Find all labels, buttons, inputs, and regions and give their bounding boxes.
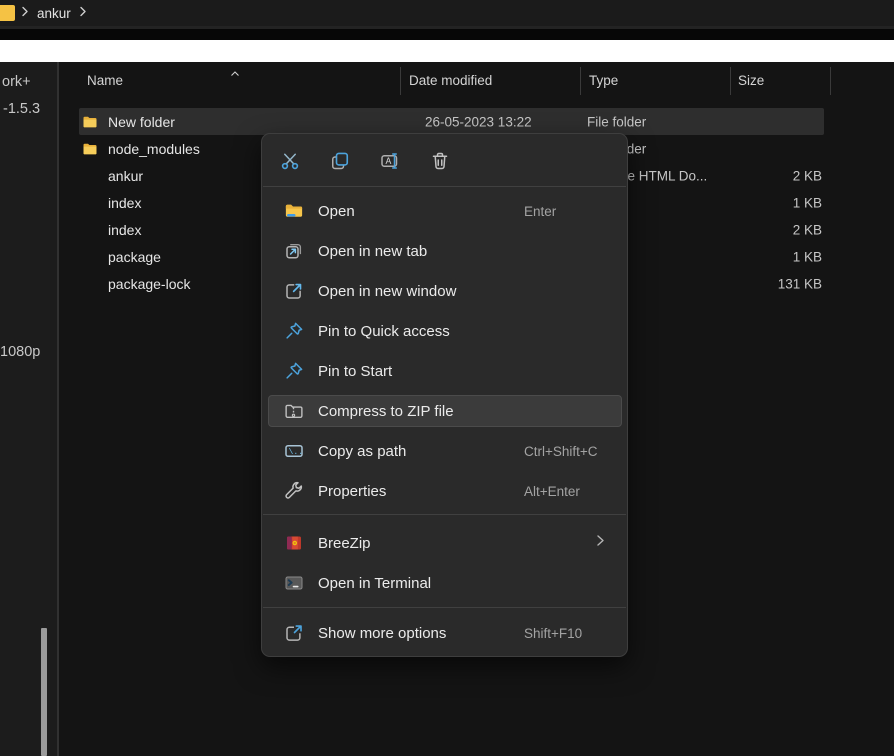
chevron-right-icon [79, 4, 87, 22]
menu-item-show-more-options[interactable]: Show more options Shift+F10 [262, 613, 627, 653]
menu-item-label: Properties [318, 483, 386, 500]
menu-item-label: Pin to Quick access [318, 323, 450, 340]
script-file-icon [82, 195, 98, 211]
column-divider[interactable] [580, 67, 581, 95]
menu-item-pin-to-quick-access[interactable]: Pin to Quick access [262, 311, 627, 351]
breezip-icon [284, 533, 304, 553]
file-size: 2 KB [793, 168, 822, 183]
menu-item-open[interactable]: Open Enter [262, 191, 627, 231]
menu-item-open-in-new-window[interactable]: Open in new window [262, 271, 627, 311]
menu-item-label: Open in Terminal [318, 575, 431, 592]
menu-item-label: Copy as path [318, 443, 406, 460]
sort-ascending-icon [230, 64, 240, 82]
open-new-window-icon [284, 281, 304, 301]
cut-icon[interactable] [278, 147, 302, 175]
menu-item-label: BreeZip [318, 535, 371, 552]
menu-separator [263, 607, 626, 608]
file-explorer-screen: ankur ork+ -1.5.3 1080p Name Date modifi… [0, 0, 894, 756]
menu-shortcut: Ctrl+Shift+C [524, 444, 598, 459]
column-header-date-modified[interactable]: Date modified [409, 73, 492, 88]
quick-actions-bar: A [278, 142, 452, 180]
svg-text:A: A [386, 156, 392, 166]
file-name: index [108, 195, 141, 211]
column-header-name[interactable]: Name [87, 73, 123, 88]
file-name: package [108, 249, 161, 265]
table-row-new-folder[interactable]: New folder 26-05-2023 13:22 File folder [79, 108, 824, 135]
menu-item-open-in-terminal[interactable]: Open in Terminal [262, 563, 627, 603]
scrollbar-thumb[interactable] [41, 628, 47, 756]
background-text-fragment: 1080p [0, 344, 40, 360]
context-menu: A Open Enter Open in new tab Open in n [261, 133, 628, 657]
chrome-icon [82, 168, 98, 184]
script-file-icon [82, 249, 98, 265]
background-text-fragment: -1.5.3 [3, 101, 40, 117]
script-file-icon [82, 222, 98, 238]
menu-item-label: Pin to Start [318, 363, 392, 380]
menu-item-label: Show more options [318, 625, 446, 642]
column-headers: Name Date modified Type Size [59, 62, 894, 102]
background-white-band [0, 40, 894, 62]
file-size: 1 KB [793, 195, 822, 210]
chevron-right-icon [21, 4, 29, 22]
file-size: 2 KB [793, 222, 822, 237]
menu-shortcut: Shift+F10 [524, 626, 582, 641]
toolbar-band [0, 29, 894, 40]
open-folder-icon [284, 201, 304, 221]
menu-item-copy-as-path[interactable]: \.. Copy as path Ctrl+Shift+C [262, 431, 627, 471]
menu-shortcut: Enter [524, 204, 556, 219]
column-header-size[interactable]: Size [738, 73, 764, 88]
svg-text:\..: \.. [289, 448, 304, 457]
column-divider[interactable] [400, 67, 401, 95]
menu-shortcut: Alt+Enter [524, 484, 580, 499]
folder-icon [82, 114, 98, 130]
file-name: package-lock [108, 276, 191, 292]
menu-item-label: Open in new tab [318, 243, 427, 260]
pin-icon [284, 361, 304, 381]
file-name: index [108, 222, 141, 238]
menu-item-label: Open in new window [318, 283, 456, 300]
breadcrumb-item-ankur[interactable]: ankur [37, 6, 71, 21]
column-header-type[interactable]: Type [589, 73, 618, 88]
wrench-icon [284, 481, 304, 501]
menu-separator [263, 186, 626, 187]
background-text-fragment: ork+ [2, 74, 31, 90]
file-name: ankur [108, 168, 143, 184]
zip-folder-icon [284, 401, 304, 421]
submenu-chevron-icon [596, 534, 605, 552]
file-type: File folder [587, 114, 646, 129]
open-new-tab-icon [284, 241, 304, 261]
terminal-icon [284, 573, 304, 593]
file-date: 26-05-2023 13:22 [425, 114, 532, 129]
menu-item-compress-to-zip[interactable]: Compress to ZIP file [268, 395, 622, 427]
breadcrumb: ankur [0, 0, 894, 26]
menu-item-open-in-new-tab[interactable]: Open in new tab [262, 231, 627, 271]
menu-separator [263, 514, 626, 515]
menu-item-label: Open [318, 203, 355, 220]
file-size: 1 KB [793, 249, 822, 264]
file-name: node_modules [108, 141, 200, 157]
folder-icon [0, 5, 15, 21]
background-window-strip: ork+ -1.5.3 1080p [0, 62, 57, 756]
file-name: New folder [108, 114, 175, 130]
script-file-icon [82, 276, 98, 292]
rename-icon[interactable]: A [378, 147, 402, 175]
folder-icon [82, 141, 98, 157]
copy-as-path-icon: \.. [284, 441, 304, 461]
column-divider[interactable] [730, 67, 731, 95]
menu-item-label: Compress to ZIP file [318, 403, 454, 420]
copy-icon[interactable] [328, 147, 352, 175]
menu-item-breezip[interactable]: BreeZip [262, 523, 627, 563]
show-more-options-icon [284, 623, 304, 643]
pin-icon [284, 321, 304, 341]
column-divider[interactable] [830, 67, 831, 95]
delete-icon[interactable] [428, 147, 452, 175]
menu-item-properties[interactable]: Properties Alt+Enter [262, 471, 627, 511]
file-size: 131 KB [778, 276, 822, 291]
menu-item-pin-to-start[interactable]: Pin to Start [262, 351, 627, 391]
